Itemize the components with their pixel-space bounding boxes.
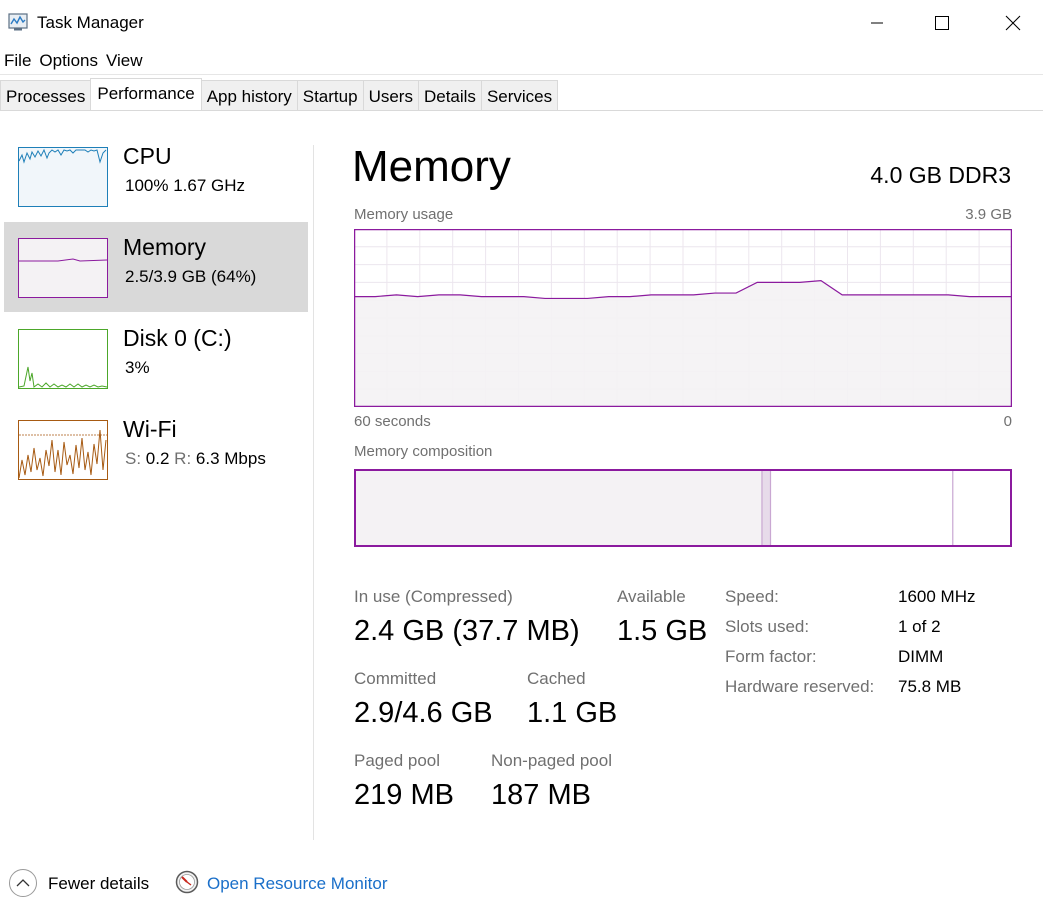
disk-label: Disk 0 (C:) xyxy=(123,325,232,351)
wifi-send-value: 0.2 xyxy=(145,449,170,468)
memory-composition-label: Memory composition xyxy=(354,443,493,460)
memory-usage-graph xyxy=(354,229,1012,407)
speed-value: 1600 MHz xyxy=(898,587,976,606)
in-use-label: In use (Compressed) xyxy=(354,587,513,606)
resource-memory[interactable]: Memory 2.5/3.9 GB (64%) xyxy=(4,222,308,312)
committed-label: Committed xyxy=(354,669,437,688)
wifi-receive-value: 6.3 Mbps xyxy=(195,449,266,468)
memory-label: Memory xyxy=(123,234,207,260)
wifi-label: Wi-Fi xyxy=(123,416,177,442)
non-paged-pool-label: Non-paged pool xyxy=(491,751,612,770)
resource-disk[interactable]: Disk 0 (C:) 3% xyxy=(4,313,308,403)
tab-performance[interactable]: Performance xyxy=(90,78,202,110)
hardware-reserved-label: Hardware reserved: xyxy=(725,677,875,696)
memory-composition-bar xyxy=(354,469,1012,547)
disk-summary: 3% xyxy=(125,358,150,377)
maximize-button[interactable] xyxy=(907,0,977,46)
cached-label: Cached xyxy=(527,669,586,688)
available-label: Available xyxy=(617,587,686,606)
tab-startup[interactable]: Startup xyxy=(296,80,364,111)
menu-bar: File Options View xyxy=(0,49,147,73)
menu-view[interactable]: View xyxy=(102,49,147,73)
menu-options[interactable]: Options xyxy=(35,49,102,73)
memory-usage-area xyxy=(354,280,1012,407)
minimize-button[interactable] xyxy=(842,0,912,46)
title-bar: Task Manager xyxy=(0,0,1043,46)
cpu-graph-icon xyxy=(18,147,108,207)
memory-summary: 2.5/3.9 GB (64%) xyxy=(125,267,257,286)
minimize-icon xyxy=(871,22,883,24)
tab-services[interactable]: Services xyxy=(480,80,559,111)
composition-standby xyxy=(770,469,953,547)
disk-graph-icon xyxy=(18,329,108,389)
open-resource-monitor-link[interactable]: Open Resource Monitor xyxy=(207,874,387,894)
paged-pool-label: Paged pool xyxy=(354,751,441,770)
resource-monitor-icon[interactable] xyxy=(175,870,199,894)
cpu-summary: 100% 1.67 GHz xyxy=(125,176,246,195)
window-title: Task Manager xyxy=(37,13,144,32)
cached-value: 1.1 GB xyxy=(527,697,618,729)
wifi-receive-label: R: xyxy=(174,449,192,468)
paged-pool-value: 219 MB xyxy=(354,779,454,811)
memory-spec: 4.0 GB DDR3 xyxy=(870,162,1011,188)
hardware-reserved-value: 75.8 MB xyxy=(898,677,962,696)
fewer-details-label[interactable]: Fewer details xyxy=(48,874,149,894)
memory-usage-max: 3.9 GB xyxy=(965,206,1012,223)
menu-file[interactable]: File xyxy=(0,49,35,73)
in-use-value: 2.4 GB (37.7 MB) xyxy=(354,615,580,647)
maximize-icon xyxy=(935,16,949,30)
fewer-details-button[interactable] xyxy=(8,868,38,898)
memory-graph-icon xyxy=(18,238,108,298)
wifi-send-label: S: xyxy=(125,449,142,468)
composition-in-use xyxy=(354,469,762,547)
cpu-label: CPU xyxy=(123,143,172,169)
tab-details[interactable]: Details xyxy=(417,80,482,111)
resource-list: CPU 100% 1.67 GHz Memory 2.5/3.9 GB (64%… xyxy=(0,111,314,841)
resource-cpu[interactable]: CPU 100% 1.67 GHz xyxy=(4,131,308,221)
memory-usage-label: Memory usage xyxy=(354,206,454,223)
composition-free xyxy=(952,469,1012,547)
pane-divider xyxy=(313,145,314,840)
tab-app-history[interactable]: App history xyxy=(200,80,298,111)
close-icon xyxy=(1005,15,1021,31)
form-factor-label: Form factor: xyxy=(725,647,817,666)
tab-bar: Processes Performance App history Startu… xyxy=(0,78,559,111)
wifi-summary: S: 0.2 R: 6.3 Mbps xyxy=(125,449,266,469)
time-now-label: 0 xyxy=(1003,413,1012,430)
menu-separator xyxy=(0,74,1043,75)
committed-value: 2.9/4.6 GB xyxy=(354,697,493,729)
page-title: Memory xyxy=(352,142,511,191)
available-value: 1.5 GB xyxy=(617,615,708,647)
tab-processes[interactable]: Processes xyxy=(0,80,92,111)
slots-used-value: 1 of 2 xyxy=(898,617,941,636)
speed-label: Speed: xyxy=(725,587,779,606)
close-button[interactable] xyxy=(978,0,1043,46)
time-range-label: 60 seconds xyxy=(354,413,431,430)
task-manager-icon xyxy=(8,13,28,31)
resource-wifi[interactable]: Wi-Fi S: 0.2 R: 6.3 Mbps xyxy=(4,404,308,494)
slots-used-label: Slots used: xyxy=(725,617,810,636)
composition-modified xyxy=(761,469,771,547)
form-factor-value: DIMM xyxy=(898,647,944,666)
non-paged-pool-value: 187 MB xyxy=(491,779,591,811)
wifi-graph-icon xyxy=(18,420,108,480)
tab-users[interactable]: Users xyxy=(362,80,419,111)
